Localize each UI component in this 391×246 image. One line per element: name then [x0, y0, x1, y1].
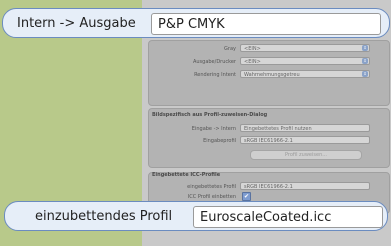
input-to-intern-label: Eingabe -> Intern: [191, 126, 236, 132]
popup-arrows-icon: ⇕: [362, 58, 368, 64]
output-label: Ausgabe/Drucker: [192, 59, 236, 65]
embedded-profile-label: eingebettetes Profil: [187, 184, 236, 190]
input-profile-field: sRGB IEC61966-2.1: [240, 136, 370, 144]
input-to-intern-field: Eingebettetes Profil nutzen: [240, 124, 370, 132]
embedded-section-title: Eingebettete ICC-Profile: [152, 172, 221, 178]
input-profile-label: Eingabeprofil: [203, 138, 236, 144]
output-popup[interactable]: <EIN> ⇕: [240, 57, 370, 65]
assign-section-title: Bildspezifisch aus Profil-zuweisen-Dialo…: [152, 112, 268, 118]
embedded-profile-field: sRGB IEC61966-2.1: [240, 182, 370, 190]
gray-label: Gray: [224, 46, 236, 52]
rendering-intent-popup[interactable]: Wahrnehmungsgetreu ⇕: [240, 70, 370, 78]
intern-to-output-label: Intern -> Ausgabe: [17, 15, 136, 31]
profile-to-embed-label: einzubettendes Profil: [35, 208, 173, 224]
assign-profile-button[interactable]: Profil zuweisen...: [250, 150, 362, 160]
popup-arrows-icon: ⇕: [362, 45, 368, 51]
checkmark-icon: ✔: [243, 193, 250, 200]
embed-icc-label: ICC Profil einbetten: [187, 194, 236, 200]
gray-popup[interactable]: <EIN> ⇕: [240, 44, 370, 52]
embed-icc-checkbox[interactable]: ✔: [242, 192, 251, 201]
intern-to-output-field[interactable]: P&P CMYK: [151, 13, 381, 35]
callout-profile-to-embed: einzubettendes Profil EuroscaleCoated.ic…: [4, 201, 388, 231]
rendering-intent-label: Rendering Intent: [194, 72, 236, 78]
popup-arrows-icon: ⇕: [362, 71, 368, 77]
callout-intern-to-output: Intern -> Ausgabe P&P CMYK: [2, 8, 390, 38]
profile-to-embed-field[interactable]: EuroscaleCoated.icc: [193, 206, 383, 228]
